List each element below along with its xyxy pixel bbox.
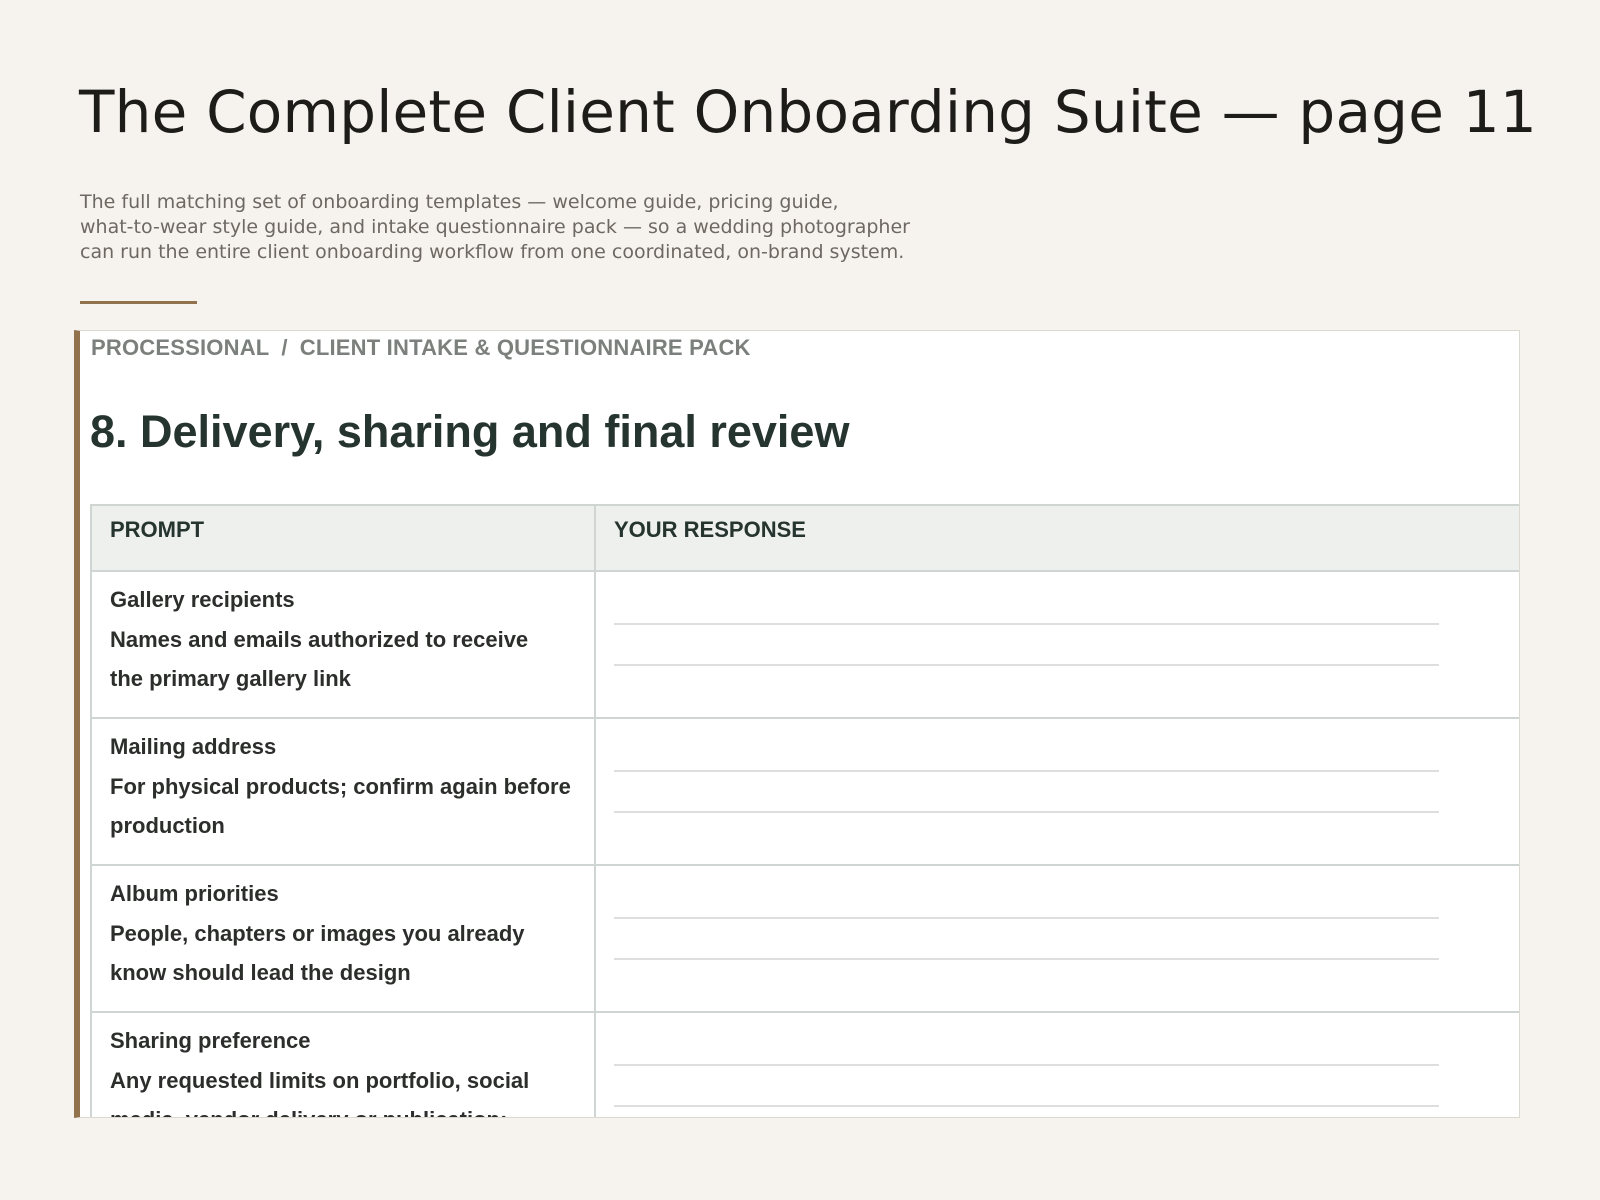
writing-line bbox=[614, 958, 1439, 960]
response-cell[interactable] bbox=[594, 864, 1519, 1013]
response-cell[interactable] bbox=[594, 717, 1519, 866]
table-row: Mailing address For physical products; c… bbox=[90, 717, 1519, 866]
breadcrumb: PROCESSIONAL / CLIENT INTAKE & QUESTIONNAI… bbox=[91, 335, 751, 361]
response-cell[interactable] bbox=[594, 1011, 1519, 1117]
writing-line bbox=[614, 1064, 1439, 1066]
writing-line bbox=[614, 623, 1439, 625]
prompt-detail: For physical products; confirm again bef… bbox=[110, 773, 571, 799]
prompt-title: Mailing address bbox=[110, 734, 277, 759]
description-line: what-to-wear style guide, and intake que… bbox=[80, 216, 910, 238]
prompt-cell: Gallery recipients Names and emails auth… bbox=[90, 570, 596, 719]
writing-line bbox=[614, 664, 1439, 666]
description-line: can run the entire client onboarding wor… bbox=[80, 241, 905, 263]
breadcrumb-current: CLIENT INTAKE & QUESTIONNAIRE PACK bbox=[299, 335, 751, 360]
response-cell[interactable] bbox=[594, 570, 1519, 719]
writing-line bbox=[614, 917, 1439, 919]
writing-line bbox=[614, 811, 1439, 813]
table-header-row: PROMPT YOUR RESPONSE bbox=[90, 504, 1519, 572]
prompt-detail: Names and emails authorized to receive bbox=[110, 626, 529, 652]
writing-line bbox=[614, 1105, 1439, 1107]
prompt-detail: production bbox=[110, 813, 225, 838]
prompt-detail: know should lead the design bbox=[110, 960, 411, 985]
table-row: Gallery recipients Names and emails auth… bbox=[90, 570, 1519, 719]
prompt-title: Album priorities bbox=[110, 881, 279, 906]
prompt-cell: Mailing address For physical products; c… bbox=[90, 717, 596, 866]
prompt-detail: People, chapters or images you already bbox=[110, 920, 525, 946]
column-header-response: YOUR RESPONSE bbox=[594, 504, 1519, 572]
description-line: The full matching set of onboarding temp… bbox=[80, 191, 839, 213]
accent-divider bbox=[80, 301, 197, 304]
breadcrumb-parent: PROCESSIONAL bbox=[91, 335, 270, 360]
page-description: The full matching set of onboarding temp… bbox=[80, 190, 960, 265]
column-header-prompt: PROMPT bbox=[90, 504, 596, 572]
questionnaire-table: PROMPT YOUR RESPONSE Gallery recipients … bbox=[90, 504, 1519, 1117]
prompt-detail: Any requested limits on portfolio, socia… bbox=[110, 1067, 530, 1093]
writing-line bbox=[614, 770, 1439, 772]
document-preview[interactable]: PROCESSIONAL / CLIENT INTAKE & QUESTIONNAI… bbox=[74, 330, 1520, 1118]
prompt-title: Gallery recipients bbox=[110, 587, 295, 612]
table-row: Sharing preference Any requested limits … bbox=[90, 1011, 1519, 1117]
page-title: The Complete Client Onboarding Suite — p… bbox=[79, 78, 1537, 146]
prompt-title: Sharing preference bbox=[110, 1028, 311, 1053]
prompt-cell: Sharing preference Any requested limits … bbox=[90, 1011, 596, 1117]
table-row: Album priorities People, chapters or ima… bbox=[90, 864, 1519, 1013]
prompt-detail: the primary gallery link bbox=[110, 666, 351, 691]
prompt-cell: Album priorities People, chapters or ima… bbox=[90, 864, 596, 1013]
breadcrumb-separator: / bbox=[281, 335, 288, 360]
section-title: 8. Delivery, sharing and final review bbox=[90, 406, 850, 457]
prompt-detail: media, vendor delivery or publication; bbox=[110, 1100, 580, 1117]
